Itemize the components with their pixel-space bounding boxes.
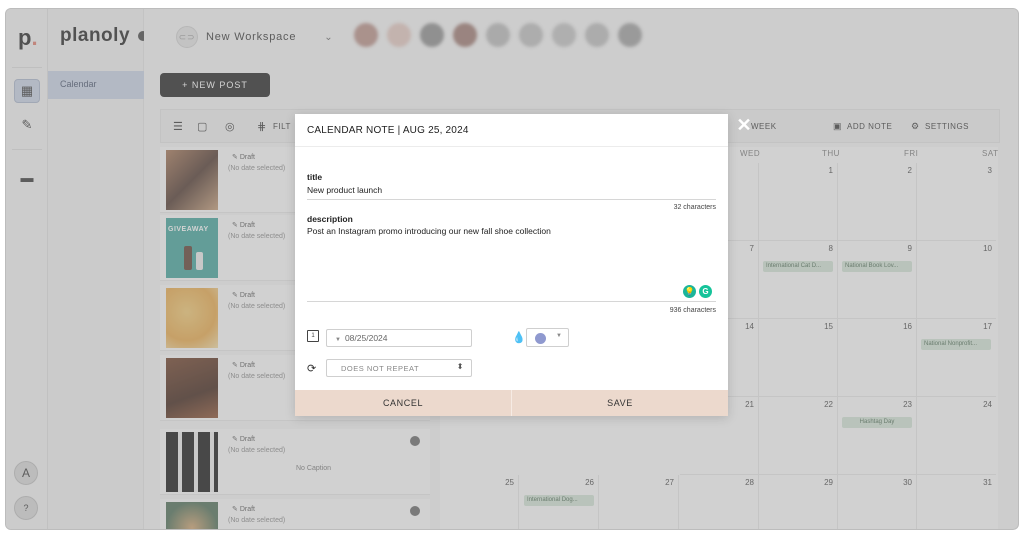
- repeat-icon: ⟳: [307, 363, 317, 375]
- date-value: 08/25/2024: [344, 333, 388, 343]
- description-label: description: [307, 214, 353, 224]
- title-underline: [307, 199, 716, 200]
- description-textarea[interactable]: Post an Instagram promo introducing our …: [307, 226, 551, 236]
- calendar-note-modal: CALENDAR NOTE | AUG 25, 2024 title New p…: [295, 114, 728, 416]
- title-char-count: 32 characters: [673, 204, 716, 211]
- date-field[interactable]: ▼ 08/25/2024: [326, 329, 472, 347]
- chevron-down-icon: ▼: [556, 333, 562, 339]
- note-color-picker[interactable]: ▼: [526, 328, 569, 347]
- title-input[interactable]: New product launch: [307, 185, 382, 195]
- calendar-icon: 1: [307, 330, 319, 342]
- color-swatch: [535, 333, 546, 344]
- select-arrows-icon: ⬍: [456, 362, 464, 371]
- save-button[interactable]: SAVE: [511, 390, 728, 416]
- repeat-value: DOES NOT REPEAT: [341, 364, 420, 373]
- divider: [295, 146, 728, 147]
- description-char-count: 936 characters: [669, 307, 716, 314]
- modal-actions: CANCEL SAVE: [295, 390, 728, 416]
- droplet-icon: 💧: [512, 332, 526, 344]
- description-underline: [307, 301, 716, 302]
- close-icon[interactable]: ✕: [736, 116, 752, 134]
- modal-title: CALENDAR NOTE | AUG 25, 2024: [307, 125, 469, 136]
- repeat-select[interactable]: DOES NOT REPEAT ⬍: [326, 359, 472, 377]
- cancel-button[interactable]: CANCEL: [295, 390, 511, 416]
- title-label: title: [307, 172, 323, 182]
- grammarly-suggestion-icon[interactable]: 💡: [683, 285, 696, 298]
- grammarly-icon[interactable]: G: [699, 285, 712, 298]
